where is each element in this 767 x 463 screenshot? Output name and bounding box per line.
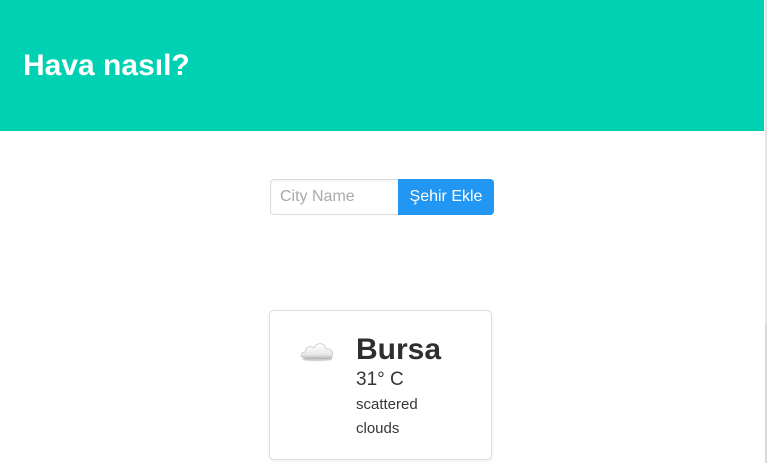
- temperature: 31° C: [356, 369, 404, 390]
- weather-description: scattered clouds: [356, 396, 418, 437]
- weather-app: Hava nasıl? Şehir Ekle Bursa 31° C scatt…: [0, 0, 767, 463]
- cloud-icon: [298, 337, 336, 365]
- page-title: Hava nasıl?: [23, 49, 190, 82]
- add-city-button[interactable]: Şehir Ekle: [398, 179, 494, 215]
- weather-card: Bursa 31° C scattered clouds: [269, 310, 492, 460]
- city-name: Bursa: [356, 333, 442, 366]
- city-name-input[interactable]: [270, 179, 398, 215]
- add-city-form: Şehir Ekle: [270, 179, 494, 215]
- hero-banner: Hava nasıl?: [0, 0, 764, 131]
